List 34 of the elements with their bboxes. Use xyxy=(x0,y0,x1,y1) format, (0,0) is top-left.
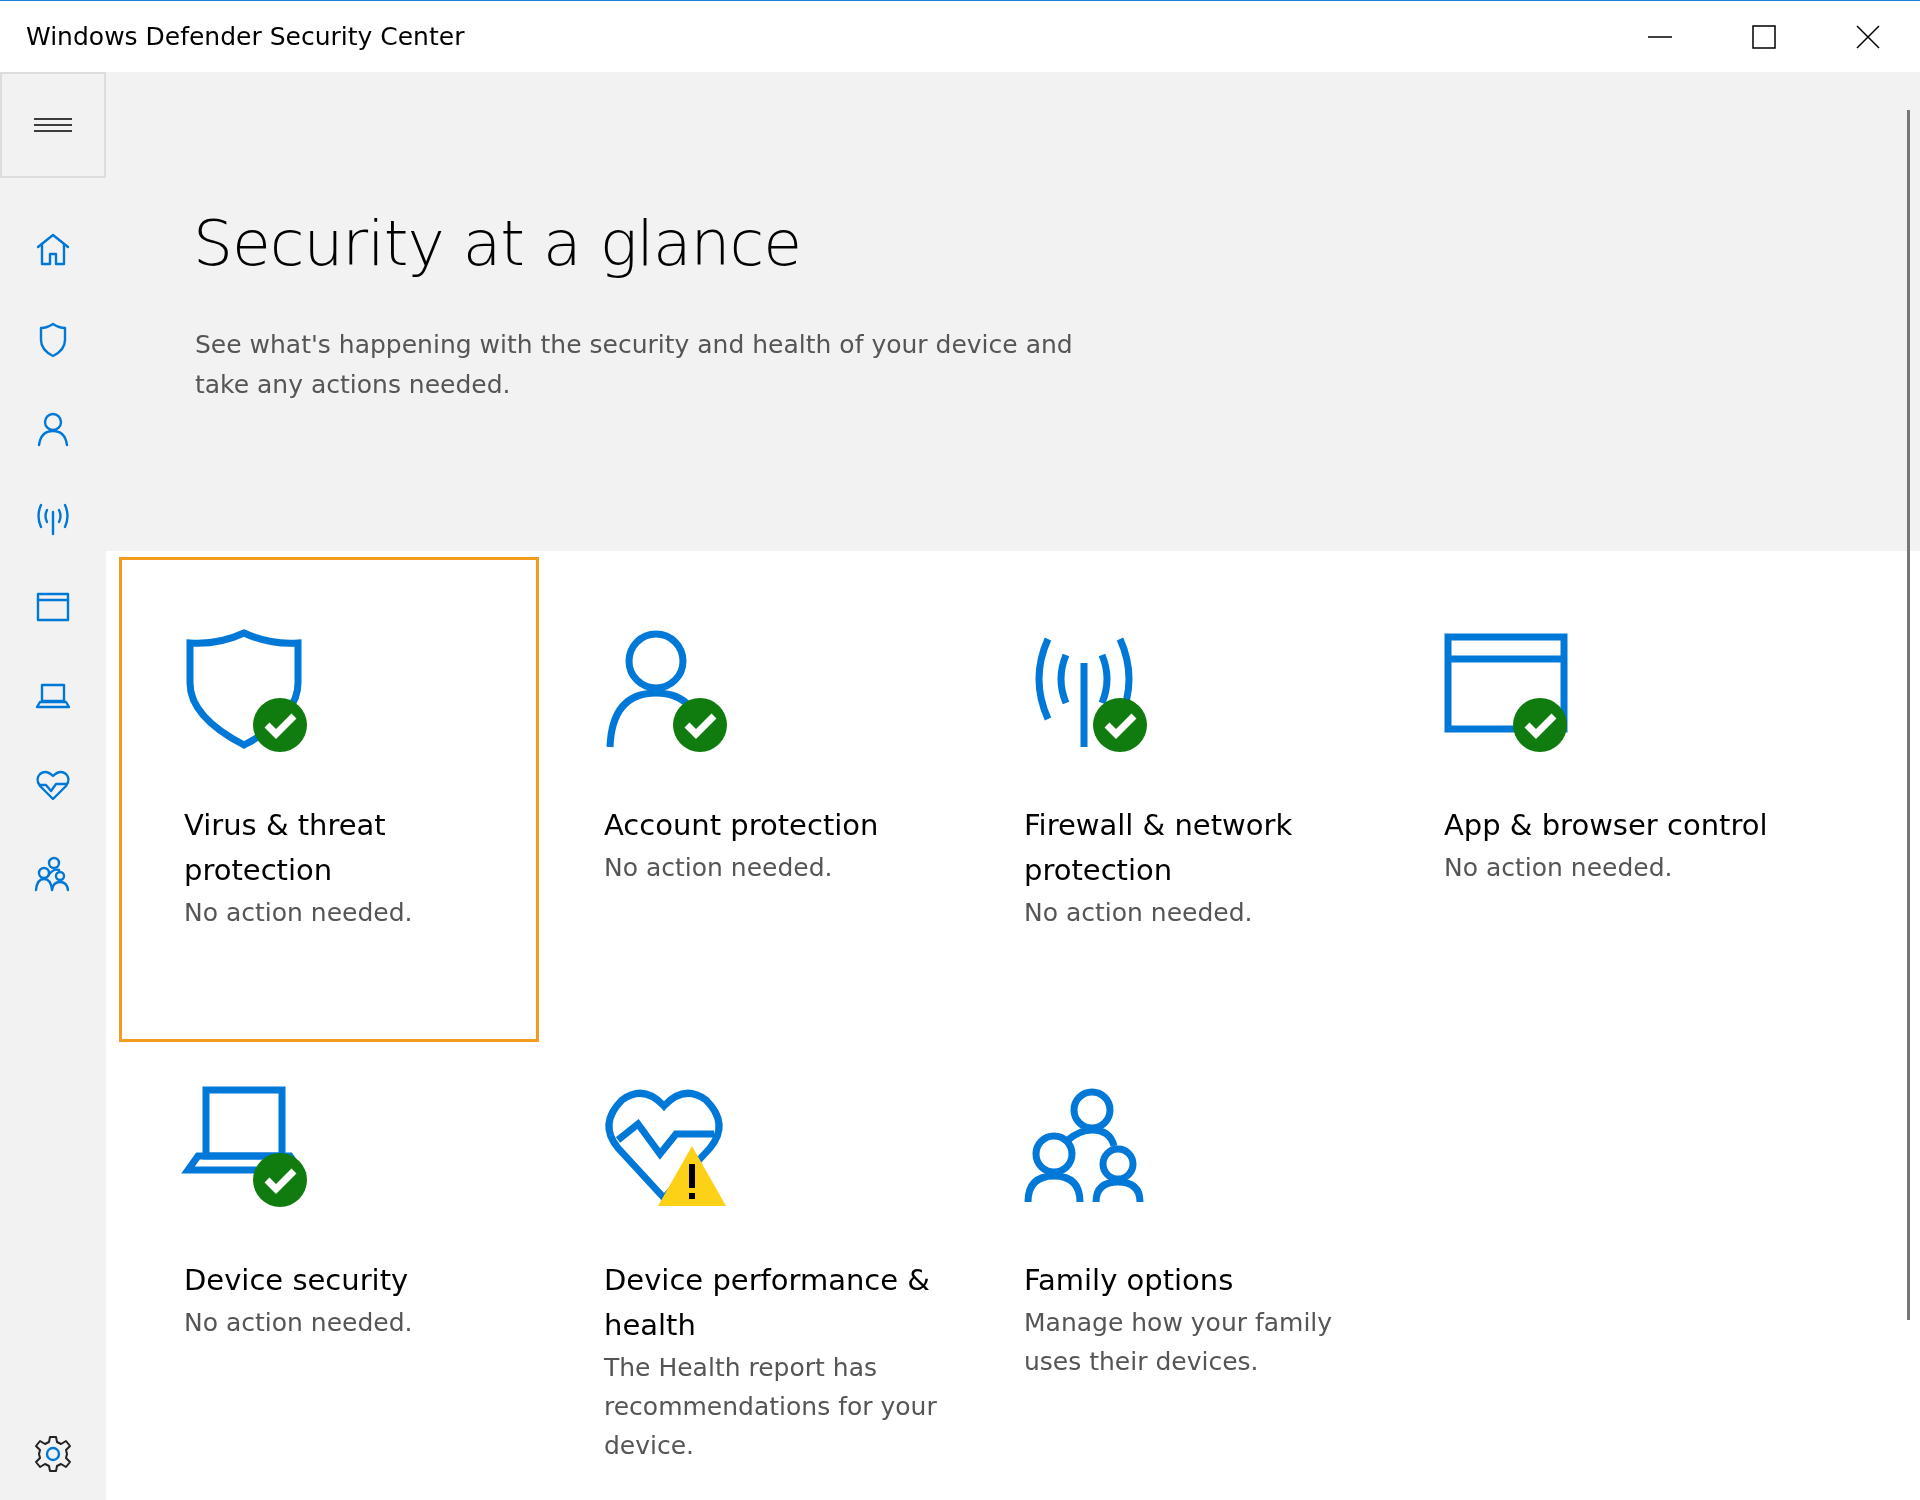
minimize-icon xyxy=(1648,35,1672,38)
security-card[interactable]: Virus & threat protection No action needed. xyxy=(119,557,539,1042)
card-title: Virus & threat protection xyxy=(184,807,387,889)
security-card[interactable]: Family options Manage how your family uses their devices. xyxy=(959,1012,1379,1467)
warning-icon xyxy=(658,1146,726,1206)
settings-icon xyxy=(33,1434,73,1474)
close-icon xyxy=(1856,24,1880,49)
card-status: No action needed. xyxy=(1444,852,1674,884)
security-card[interactable]: App & browser control No action needed. xyxy=(1379,557,1799,1012)
security-card[interactable]: Firewall & network protection No action needed. xyxy=(959,557,1379,1012)
check-badge-icon xyxy=(1513,698,1567,752)
security-card[interactable]: Account protection No action needed. xyxy=(539,557,959,1012)
check-badge-icon xyxy=(1093,698,1147,752)
card-status: Manage how your family uses their devices. xyxy=(1024,1307,1334,1378)
check-badge-icon xyxy=(253,698,307,752)
check-badge-icon xyxy=(673,698,727,752)
card-title: App & browser control xyxy=(1444,807,1769,844)
card-title: Device performance & health xyxy=(604,1262,931,1344)
menu-button[interactable] xyxy=(0,72,106,178)
check-badge-icon xyxy=(253,1153,307,1207)
card-status: No action needed. xyxy=(1024,897,1254,929)
security-card[interactable]: Device performance & health The Health report has recommendations for your device. xyxy=(539,1012,959,1467)
card-status: No action needed. xyxy=(184,1307,414,1339)
page-subtitle: See what's happening with the security and health of your device and take any actions needed. xyxy=(195,329,1074,401)
window-title: Windows Defender Security Center xyxy=(25,22,466,51)
card-status: The Health report has recommendations for your device. xyxy=(604,1352,938,1462)
card-status: No action needed. xyxy=(184,897,414,929)
card-title: Account protection xyxy=(604,807,880,844)
menu-icon xyxy=(34,117,72,133)
maximize-icon xyxy=(1752,24,1776,49)
card-title: Firewall & network protection xyxy=(1024,807,1294,889)
card-title: Family options xyxy=(1024,1262,1235,1299)
card-status: No action needed. xyxy=(604,852,834,884)
card-title: Device security xyxy=(184,1262,410,1299)
